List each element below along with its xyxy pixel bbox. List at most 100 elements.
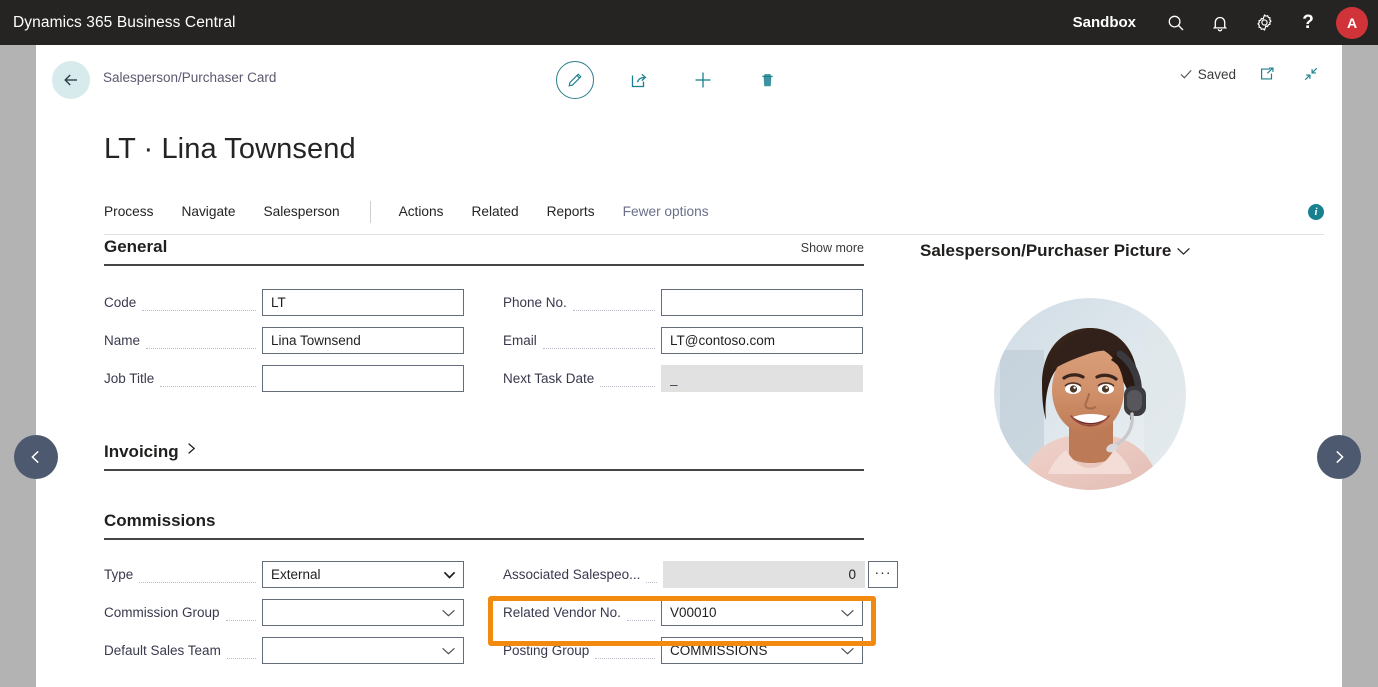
menu-item-fewer-options[interactable]: Fewer options <box>623 204 709 219</box>
gear-icon[interactable] <box>1242 0 1286 45</box>
trash-icon[interactable] <box>748 61 786 99</box>
related-vendor-no-select[interactable]: V00010 <box>661 599 863 626</box>
picture-heading: Salesperson/Purchaser Picture <box>920 241 1172 260</box>
type-value: External <box>271 567 321 582</box>
field-job-title: Job Title <box>104 365 464 392</box>
chevron-right-icon <box>1336 450 1344 464</box>
actions-menu-bar: Process Navigate Salesperson Actions Rel… <box>104 189 1324 235</box>
dot-leader <box>226 646 256 659</box>
field-label-posting-group: Posting Group <box>503 643 590 658</box>
back-button[interactable] <box>52 61 90 99</box>
menu-item-navigate[interactable]: Navigate <box>181 204 235 219</box>
dot-leader <box>160 374 256 387</box>
dot-leader <box>646 570 657 583</box>
field-next-task-date: Next Task Date _ <box>503 365 863 392</box>
posting-group-value: COMMISSIONS <box>670 643 768 658</box>
chevron-down-icon <box>441 646 456 655</box>
invoicing-section-header[interactable]: Invoicing <box>104 441 864 471</box>
field-related-vendor-no: Related Vendor No. V00010 <box>503 599 863 626</box>
default-sales-team-select[interactable] <box>262 637 464 664</box>
code-value: LT <box>271 295 286 310</box>
dot-leader <box>139 570 256 583</box>
commissions-section-header: Commissions <box>104 511 864 540</box>
dot-leader <box>146 336 256 349</box>
field-email: Email LT@contoso.com <box>503 327 863 354</box>
field-label-associated-salespeople: Associated Salespeo... <box>503 567 641 582</box>
chevron-down-icon <box>441 608 456 617</box>
share-icon[interactable] <box>620 61 658 99</box>
field-label-name: Name <box>104 333 141 348</box>
check-icon <box>1180 69 1192 79</box>
name-value: Lina Townsend <box>271 333 361 348</box>
field-associated-salespeople: Associated Salespeo... 0 ··· <box>503 561 898 588</box>
field-label-phone-no: Phone No. <box>503 295 567 310</box>
search-icon[interactable] <box>1154 0 1198 45</box>
environment-label: Sandbox <box>1072 14 1136 31</box>
field-label-type: Type <box>104 567 134 582</box>
field-posting-group: Posting Group COMMISSIONS <box>503 637 863 664</box>
associated-salespeople-lookup-button[interactable]: ··· <box>868 561 898 588</box>
field-commission-group: Commission Group <box>104 599 464 626</box>
job-title-input[interactable] <box>262 365 464 392</box>
dot-leader <box>225 608 256 621</box>
pencil-icon[interactable] <box>556 61 594 99</box>
menu-item-process[interactable]: Process <box>104 204 153 219</box>
associated-salespeople-value: 0 <box>848 567 856 582</box>
top-navigation-bar: Dynamics 365 Business Central Sandbox ? … <box>0 0 1378 45</box>
field-code: Code LT <box>104 289 464 316</box>
saved-label: Saved <box>1197 66 1236 82</box>
saved-status: Saved <box>1179 67 1236 82</box>
show-more-link[interactable]: Show more <box>801 241 864 257</box>
help-icon[interactable]: ? <box>1286 0 1330 45</box>
general-section-header: General Show more <box>104 237 864 266</box>
menu-item-related[interactable]: Related <box>471 204 518 219</box>
avatar[interactable]: A <box>1336 6 1368 39</box>
next-record-button[interactable] <box>1317 435 1361 479</box>
previous-record-button[interactable] <box>14 435 58 479</box>
open-in-new-window-icon[interactable] <box>1254 61 1280 87</box>
commission-group-select[interactable] <box>262 599 464 626</box>
bell-icon[interactable] <box>1198 0 1242 45</box>
field-type: Type External <box>104 561 464 588</box>
backdrop-left <box>0 45 36 687</box>
menu-item-reports[interactable]: Reports <box>547 204 595 219</box>
menu-separator <box>369 200 371 223</box>
app-title: Dynamics 365 Business Central <box>13 13 236 31</box>
page-title: LT · Lina Townsend <box>104 133 356 165</box>
chevron-down-icon <box>840 608 855 617</box>
command-actions <box>556 61 786 99</box>
type-select[interactable]: External <box>262 561 464 588</box>
picture-section-header[interactable]: Salesperson/Purchaser Picture <box>920 241 1191 261</box>
plus-icon[interactable] <box>684 61 722 99</box>
field-label-code: Code <box>104 295 137 310</box>
field-phone-no: Phone No. <box>503 289 863 316</box>
info-icon[interactable]: i <box>1308 203 1324 220</box>
collapse-icon[interactable] <box>1298 61 1324 87</box>
breadcrumb[interactable]: Salesperson/Purchaser Card <box>103 70 276 85</box>
field-label-related-vendor-no: Related Vendor No. <box>503 605 621 620</box>
field-label-email: Email <box>503 333 537 348</box>
dot-leader <box>142 298 256 311</box>
commissions-heading: Commissions <box>104 511 216 530</box>
salesperson-card: Salesperson/Purchaser Card Saved LT · Li… <box>36 45 1342 687</box>
next-task-date-value: _ <box>670 371 678 386</box>
help-question-mark: ? <box>1302 12 1314 33</box>
email-input[interactable]: LT@contoso.com <box>661 327 863 354</box>
menu-item-salesperson[interactable]: Salesperson <box>263 204 339 219</box>
name-input[interactable]: Lina Townsend <box>262 327 464 354</box>
field-label-next-task-date: Next Task Date <box>503 371 595 386</box>
email-value: LT@contoso.com <box>670 333 775 348</box>
salesperson-photo <box>994 298 1186 490</box>
chevron-down-icon[interactable] <box>1176 246 1191 256</box>
backdrop-right <box>1342 45 1378 687</box>
code-input[interactable]: LT <box>262 289 464 316</box>
next-task-date-input: _ <box>661 365 863 392</box>
chevron-down-icon <box>840 646 855 655</box>
menu-item-actions[interactable]: Actions <box>399 204 444 219</box>
chevron-left-icon <box>31 450 39 464</box>
field-label-commission-group: Commission Group <box>104 605 220 620</box>
command-bar: Salesperson/Purchaser Card Saved <box>36 45 1342 114</box>
posting-group-select[interactable]: COMMISSIONS <box>661 637 863 664</box>
phone-no-input[interactable] <box>661 289 863 316</box>
chevron-right-icon[interactable] <box>185 441 198 461</box>
